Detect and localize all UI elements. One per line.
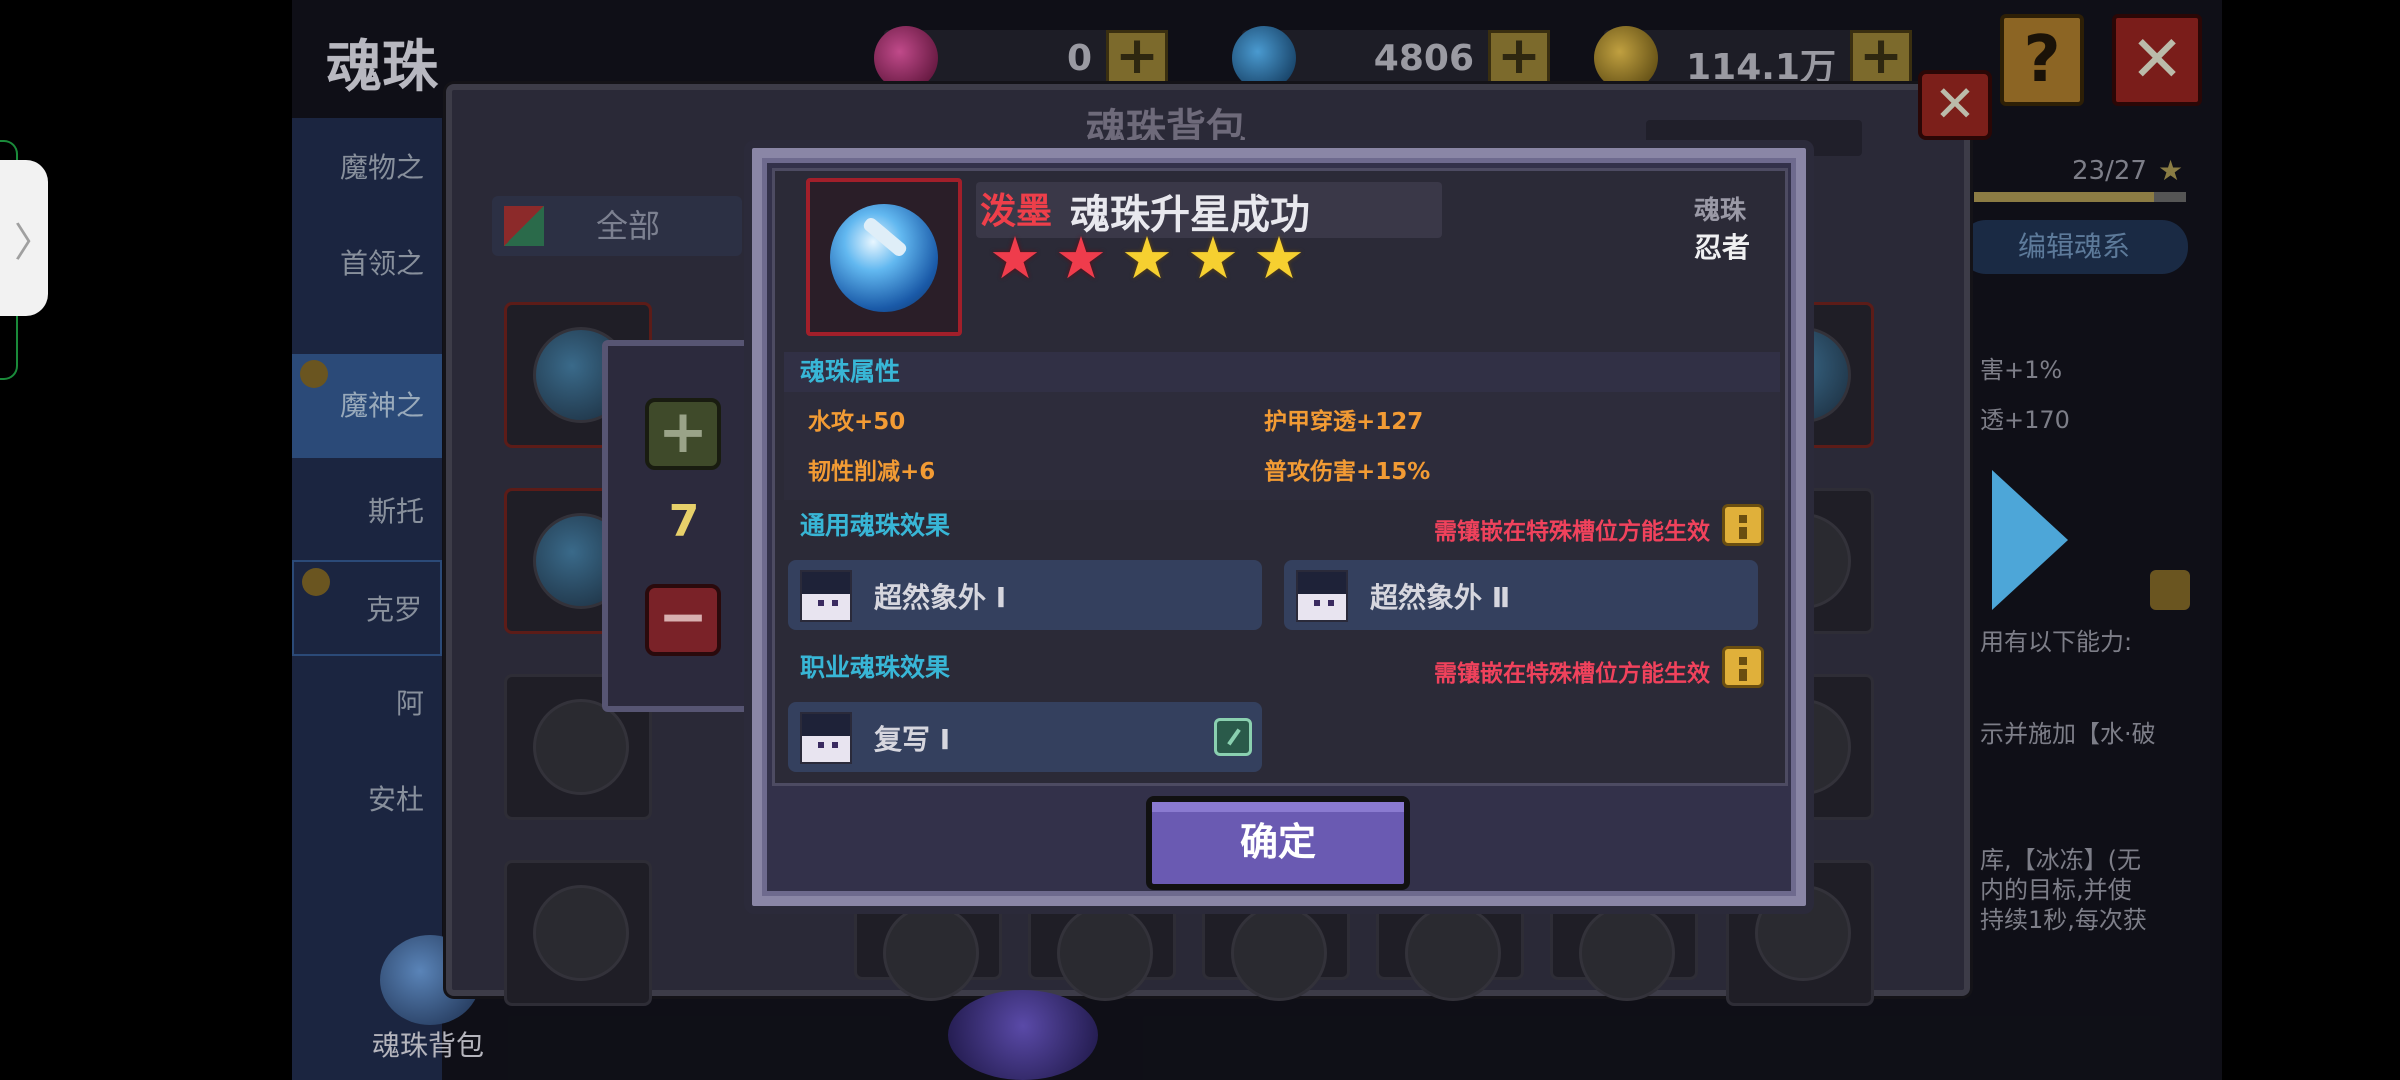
collection-progress-text: 23/27: [2072, 156, 2147, 186]
help-button[interactable]: ?: [2000, 14, 2084, 106]
effect-label: 复写 Ⅰ: [874, 723, 951, 756]
soul-slot[interactable]: [504, 860, 652, 1006]
sidebar-item-6[interactable]: 阿: [292, 656, 442, 752]
sidebar-item-label: 阿: [395, 687, 424, 720]
right-panel-line: 透+170: [1980, 406, 2070, 434]
ninja-avatar-icon: [1296, 570, 1348, 622]
sidebar-item-3[interactable]: 魔神之: [292, 354, 442, 458]
sidebar-item-7[interactable]: 安杜: [292, 752, 442, 848]
lock-icon[interactable]: [1722, 646, 1764, 688]
currency-crystal: 4806 +: [1232, 26, 1550, 90]
sidebar-item-5[interactable]: 克罗: [292, 560, 442, 656]
sidebar-item-label: 首领之: [339, 247, 424, 280]
soul-orb-icon: [533, 699, 629, 795]
gold-coin-icon: [1594, 26, 1658, 90]
effect-label: 超然象外 Ⅱ: [1370, 581, 1511, 614]
effect-label: 超然象外 Ⅰ: [874, 581, 1007, 614]
attribute: 韧性削减+6: [808, 459, 936, 485]
quantity-value: 7: [668, 496, 700, 547]
lock-icon: [2150, 570, 2190, 610]
soul-orb-icon: [883, 905, 979, 1001]
soul-orb-icon: [1579, 905, 1675, 1001]
soul-orb-icon: [830, 204, 938, 312]
increase-button[interactable]: +: [645, 398, 721, 470]
currency-value: 0: [1066, 38, 1092, 79]
star-icon: ★: [1055, 224, 1107, 292]
slot-requirement-note: 需镶嵌在特殊槽位方能生效: [1434, 661, 1710, 687]
sidebar-item-label: 斯托: [367, 495, 424, 528]
star-icon: ★: [1187, 224, 1239, 292]
filter-label: 全部: [596, 207, 661, 245]
currency-gold: 114.1万 +: [1594, 26, 1912, 90]
soul-orb-icon: [1057, 905, 1153, 1001]
soul-orb-icon: [1405, 905, 1501, 1001]
right-panel-line: 用有以下能力:: [1980, 628, 2133, 656]
lock-icon[interactable]: [1722, 504, 1764, 546]
close-screen-button[interactable]: ✕: [2112, 14, 2202, 106]
pink-gem-icon: [874, 26, 938, 90]
lock-icon: [302, 568, 330, 596]
sidebar-item-2[interactable]: 首领之: [292, 216, 442, 312]
right-panel-line: 示并施加【水·破: [1980, 720, 2156, 748]
progress-fill: [1974, 192, 2155, 202]
lock-icon: [300, 360, 328, 388]
collection-progress-bar: [1974, 192, 2186, 202]
edit-soul-system-button[interactable]: 编辑魂系: [1960, 220, 2188, 274]
sidebar-item-label: 克罗: [365, 593, 422, 626]
edge-swipe-handle[interactable]: 〉: [0, 160, 54, 316]
star-icon: ★: [1121, 224, 1173, 292]
soul-portrait: [806, 178, 962, 336]
star-icon: ★: [2158, 154, 2184, 187]
next-arrow-icon[interactable]: [1992, 470, 2068, 610]
attributes-header: 魂珠属性: [784, 352, 1780, 392]
currency-value: 114.1万: [1686, 47, 1836, 88]
currency-value: 4806: [1373, 38, 1474, 79]
add-gem-button[interactable]: +: [1106, 30, 1168, 88]
sidebar-item-4[interactable]: 斯托: [292, 464, 442, 560]
star-icon: ★: [1253, 224, 1305, 292]
general-effect-1[interactable]: 超然象外 Ⅰ: [788, 560, 1262, 630]
slot-requirement-note: 需镶嵌在特殊槽位方能生效: [1434, 519, 1710, 545]
element-filter-icon: [504, 206, 544, 246]
soul-orb-icon: [1231, 905, 1327, 1001]
star-rating: ★ ★ ★ ★ ★: [982, 228, 1312, 288]
category-label: 魂珠: [1694, 196, 1747, 226]
ninja-avatar-icon: [800, 712, 852, 764]
edit-icon[interactable]: [1214, 718, 1252, 756]
attribute: 水攻+50: [808, 409, 906, 435]
right-panel-line: 害+1%: [1980, 356, 2063, 384]
close-backpack-button[interactable]: ✕: [1918, 70, 1992, 140]
star-icon: ★: [989, 224, 1041, 292]
add-gold-button[interactable]: +: [1850, 30, 1912, 88]
soul-orb-icon: [533, 885, 629, 981]
blue-crystal-icon: [1232, 26, 1296, 90]
add-crystal-button[interactable]: +: [1488, 30, 1550, 88]
sidebar-item-label: 魔神之: [339, 389, 424, 422]
class-effect-1[interactable]: 复写 Ⅰ: [788, 702, 1262, 772]
backpack-tab-label[interactable]: 魂珠背包: [372, 1024, 484, 1064]
decorative-orb-icon: [948, 990, 1098, 1080]
decrease-button[interactable]: −: [645, 584, 721, 656]
category-value: 忍者: [1694, 231, 1751, 264]
confirm-button[interactable]: 确定: [1146, 796, 1410, 890]
ninja-avatar-icon: [800, 570, 852, 622]
attribute: 护甲穿透+127: [1264, 409, 1424, 435]
right-panel-line: 持续1秒,每次获: [1980, 906, 2147, 934]
currency-gem: 0 +: [874, 26, 1168, 90]
sidebar-item-1[interactable]: 魔物之: [292, 120, 442, 216]
chevron-right-icon: 〉: [14, 220, 54, 266]
attribute: 普攻伤害+15%: [1264, 459, 1431, 485]
sidebar-item-label: 安杜: [367, 783, 424, 816]
general-effect-2[interactable]: 超然象外 Ⅱ: [1284, 560, 1758, 630]
page-title: 魂珠: [326, 35, 438, 100]
sidebar-item-label: 魔物之: [339, 151, 424, 184]
filter-dropdown[interactable]: 全部: [492, 196, 742, 256]
